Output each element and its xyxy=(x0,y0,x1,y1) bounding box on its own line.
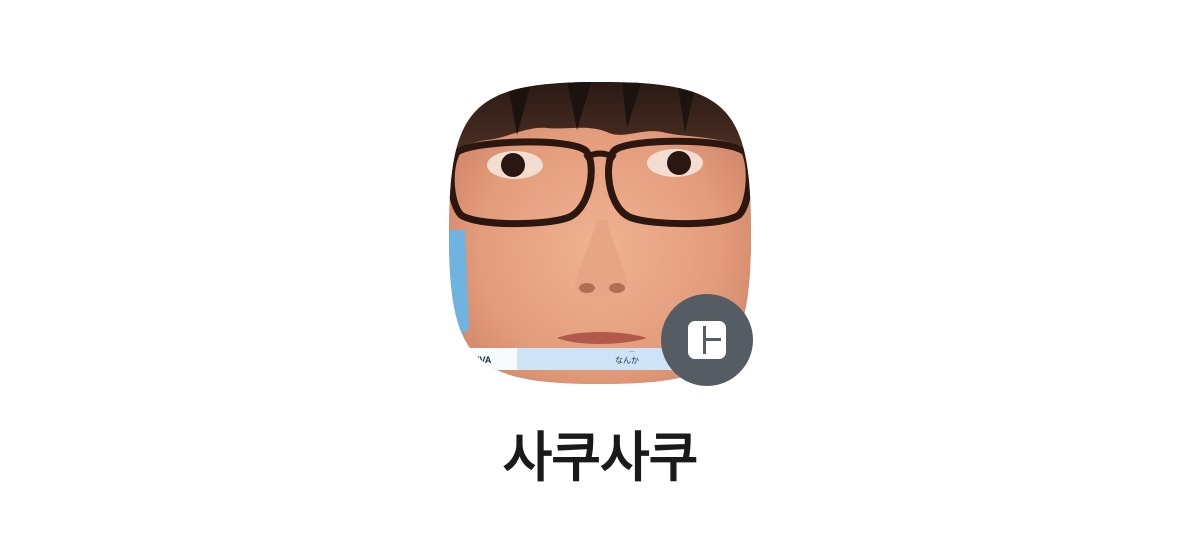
caption-left: IVA xyxy=(477,355,492,365)
caption-center: なんか xyxy=(615,356,639,365)
profile-widget-button[interactable] xyxy=(661,294,753,386)
profile-header: IVA … なんか 사쿠사쿠 xyxy=(0,0,1200,557)
layout-widget-icon xyxy=(688,321,726,359)
profile-name: 사쿠사쿠 xyxy=(502,426,699,489)
caption-top: … xyxy=(629,348,635,354)
avatar-container[interactable]: IVA … なんか xyxy=(447,80,753,386)
